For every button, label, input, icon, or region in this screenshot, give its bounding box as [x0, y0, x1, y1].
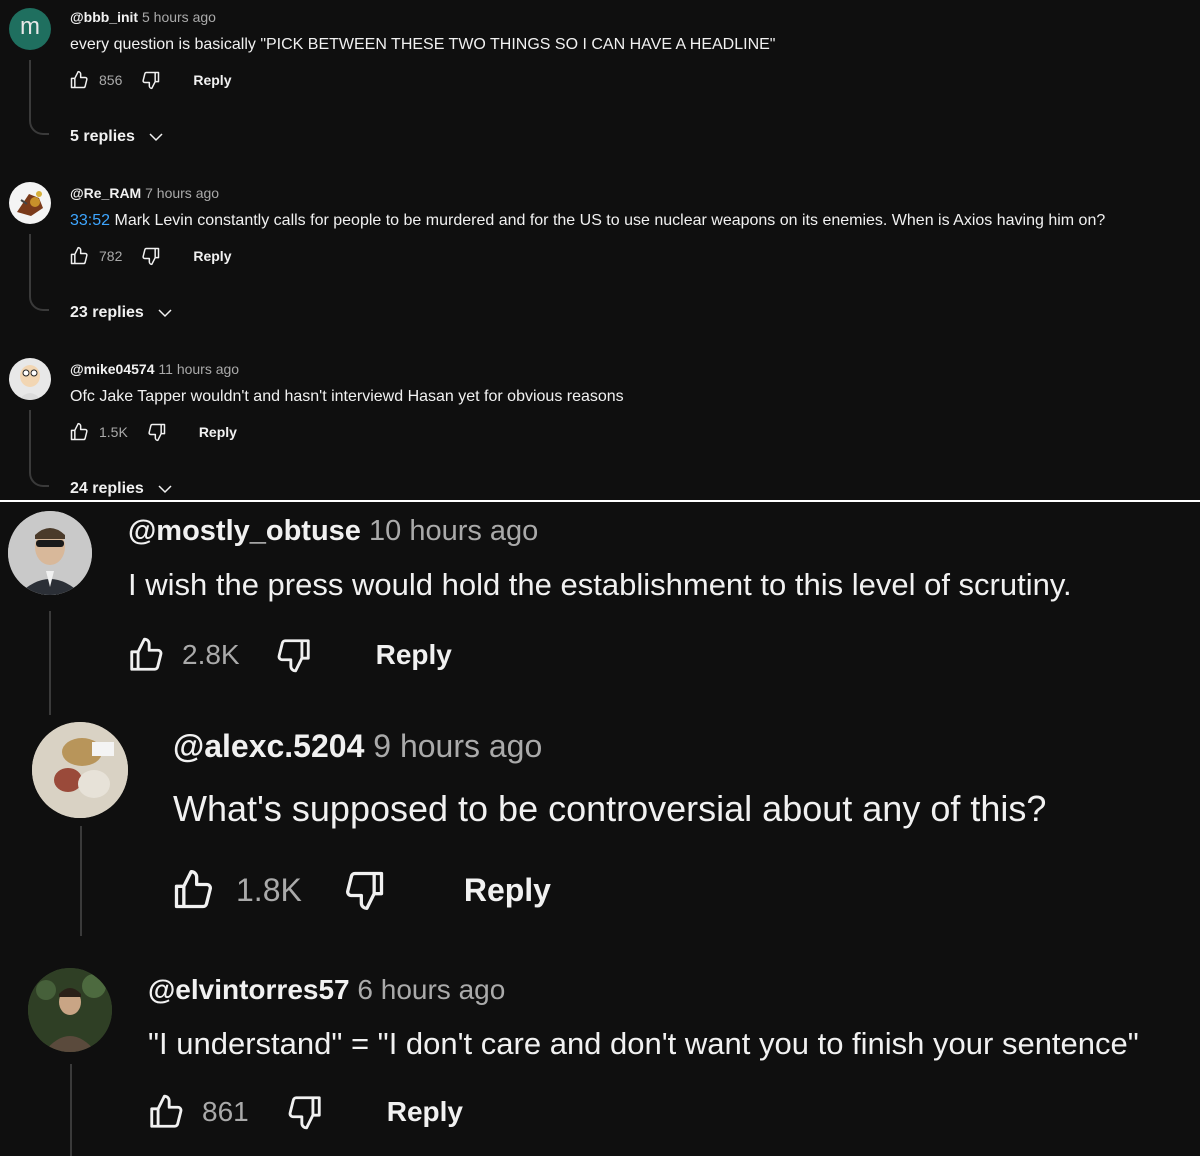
- comment: @alexc.5204 9 hours ago What's supposed …: [0, 718, 1200, 948]
- reply-button[interactable]: Reply: [199, 424, 237, 440]
- avatar[interactable]: [32, 722, 128, 818]
- comment-time[interactable]: 6 hours ago: [357, 974, 505, 1005]
- thumbs-down-icon[interactable]: [342, 867, 388, 913]
- thumbs-down-icon[interactable]: [274, 635, 314, 675]
- like-count: 856: [99, 72, 123, 88]
- comment-text: every question is basically "PICK BETWEE…: [70, 36, 776, 53]
- comment-time[interactable]: 9 hours ago: [373, 728, 542, 764]
- comment-meta: @Re_RAM 7 hours ago: [70, 185, 219, 201]
- thumbs-up-icon[interactable]: [170, 867, 216, 913]
- comment: @Re_RAM 7 hours ago 33:52 Mark Levin con…: [0, 176, 1200, 341]
- thumbs-down-icon[interactable]: [285, 1092, 325, 1132]
- thread-line: [29, 60, 31, 120]
- comment-meta: @elvintorres57 6 hours ago: [148, 974, 505, 1006]
- video-timestamp-link[interactable]: 33:52: [70, 212, 110, 229]
- thumbs-up-icon[interactable]: [68, 421, 90, 443]
- like-count: 1.8K: [236, 871, 302, 908]
- chevron-down-icon: [147, 128, 165, 146]
- view-replies-button[interactable]: 23 replies: [70, 304, 174, 322]
- comment-actions: 861 Reply: [146, 1090, 463, 1134]
- thread-line: [29, 234, 31, 296]
- comment-text: "I understand" = "I don't care and don't…: [148, 1026, 1139, 1061]
- comment-actions: 2.8K Reply: [126, 633, 452, 677]
- comment-meta: @bbb_init 5 hours ago: [70, 9, 216, 25]
- author-handle[interactable]: @elvintorres57: [148, 974, 350, 1005]
- thumbs-up-icon[interactable]: [68, 69, 90, 91]
- comment-meta: @alexc.5204 9 hours ago: [173, 728, 542, 765]
- author-handle[interactable]: @bbb_init: [70, 9, 138, 25]
- comment-meta: @mostly_obtuse 10 hours ago: [128, 515, 538, 548]
- author-handle[interactable]: @alexc.5204: [173, 728, 364, 764]
- thread-line: [70, 1064, 72, 1156]
- replies-count: 23 replies: [70, 304, 144, 321]
- comment-time[interactable]: 7 hours ago: [145, 185, 219, 201]
- thumbs-up-icon[interactable]: [126, 635, 166, 675]
- author-handle[interactable]: @Re_RAM: [70, 185, 141, 201]
- comment-time[interactable]: 10 hours ago: [369, 515, 538, 547]
- reply-button[interactable]: Reply: [387, 1096, 463, 1128]
- comment-time[interactable]: 11 hours ago: [158, 361, 239, 377]
- comment-actions: 1.5K Reply: [68, 420, 237, 444]
- reply-button[interactable]: Reply: [376, 639, 452, 671]
- like-count: 2.8K: [182, 639, 240, 670]
- thumbs-down-icon[interactable]: [146, 421, 168, 443]
- thumbs-down-icon[interactable]: [140, 245, 162, 267]
- comment: @mike04574 11 hours ago Ofc Jake Tapper …: [0, 352, 1200, 502]
- view-replies-button[interactable]: 24 replies: [70, 480, 174, 498]
- thread-hook: [29, 115, 49, 135]
- replies-count: 5 replies: [70, 128, 135, 145]
- thread-line: [49, 611, 51, 715]
- reply-button[interactable]: Reply: [193, 72, 231, 88]
- avatar[interactable]: m: [9, 8, 51, 50]
- thread-hook: [29, 291, 49, 311]
- thumbs-up-icon[interactable]: [146, 1092, 186, 1132]
- like-count: 782: [99, 248, 123, 264]
- thread-line: [29, 410, 31, 472]
- comment-text: I wish the press would hold the establis…: [128, 567, 1072, 602]
- comment-actions: 1.8K Reply: [170, 866, 551, 914]
- comment-actions: 782 Reply: [68, 244, 231, 268]
- reply-button[interactable]: Reply: [464, 872, 551, 909]
- thumbs-down-icon[interactable]: [140, 69, 162, 91]
- comment-meta: @mike04574 11 hours ago: [70, 361, 239, 377]
- like-count: 861: [202, 1096, 249, 1127]
- avatar-letter: m: [20, 13, 40, 40]
- comment-body: Mark Levin constantly calls for people t…: [110, 212, 1106, 229]
- replies-count: 24 replies: [70, 480, 144, 497]
- thread-line: [80, 826, 82, 936]
- avatar[interactable]: [28, 968, 112, 1052]
- comment-text: 33:52 Mark Levin constantly calls for pe…: [70, 212, 1105, 230]
- view-replies-button[interactable]: 5 replies: [70, 128, 165, 146]
- avatar[interactable]: [9, 182, 51, 224]
- thumbs-up-icon[interactable]: [68, 245, 90, 267]
- comment-actions: 856 Reply: [68, 68, 231, 92]
- comment: m @bbb_init 5 hours ago every question i…: [0, 0, 1200, 165]
- comment: @mostly_obtuse 10 hours ago I wish the p…: [0, 503, 1200, 718]
- avatar[interactable]: [9, 358, 51, 400]
- reply-button[interactable]: Reply: [193, 248, 231, 264]
- comment-text: Ofc Jake Tapper wouldn't and hasn't inte…: [70, 388, 624, 405]
- comment-text: What's supposed to be controversial abou…: [173, 788, 1047, 829]
- like-count: 1.5K: [99, 424, 128, 440]
- avatar[interactable]: [8, 511, 92, 595]
- chevron-down-icon: [156, 480, 174, 498]
- screenshot-divider: [0, 500, 1200, 502]
- comment-time[interactable]: 5 hours ago: [142, 9, 216, 25]
- comment: @elvintorres57 6 hours ago "I understand…: [0, 960, 1200, 1156]
- chevron-down-icon: [156, 304, 174, 322]
- author-handle[interactable]: @mike04574: [70, 361, 155, 377]
- thread-hook: [29, 467, 49, 487]
- author-handle[interactable]: @mostly_obtuse: [128, 515, 361, 547]
